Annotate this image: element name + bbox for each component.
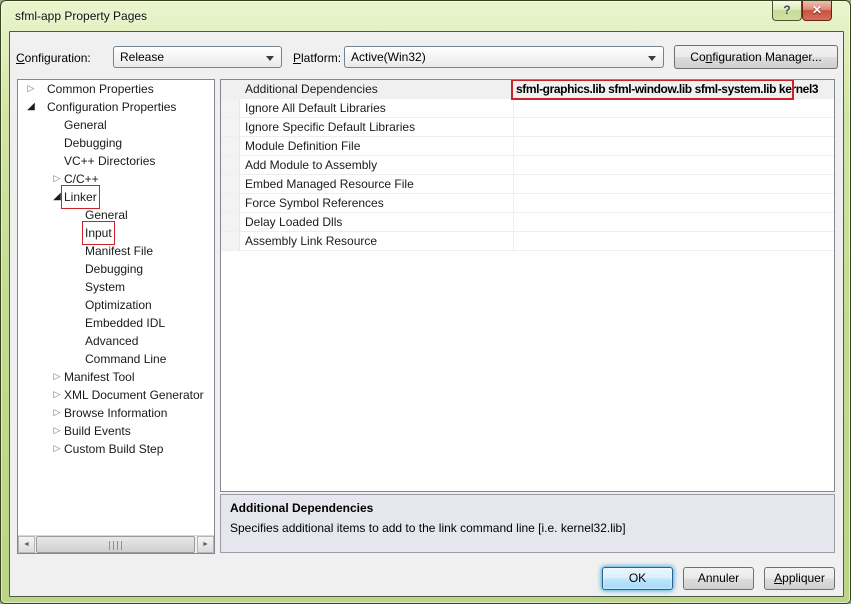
expanded-arrow-icon[interactable]: ◢ [51,188,63,206]
tree-item-debugging-config[interactable]: Debugging [18,134,214,152]
chevron-down-icon [648,56,656,61]
collapsed-arrow-icon[interactable]: ▷ [51,440,63,458]
tree-item-configuration-properties[interactable]: ◢ Configuration Properties [18,98,214,116]
tree-item-manifest-tool[interactable]: ▷ Manifest Tool [18,368,214,386]
collapsed-arrow-icon[interactable]: ▷ [51,422,63,440]
configuration-select[interactable]: Release [113,46,282,68]
grid-row-add-module-to-assembly[interactable]: Add Module to Assembly [221,156,834,175]
tree-horizontal-scrollbar[interactable]: ◄ ► [18,535,214,553]
tree-item-system[interactable]: System [18,278,214,296]
collapsed-arrow-icon[interactable]: ▷ [25,80,37,98]
tree-item-build-events[interactable]: ▷ Build Events [18,422,214,440]
collapsed-arrow-icon[interactable]: ▷ [51,404,63,422]
grid-row-force-symbol-references[interactable]: Force Symbol References [221,194,834,213]
tree-item-optimization[interactable]: Optimization [18,296,214,314]
window-frame: sfml-app Property Pages ? ✕ Configuratio… [0,0,851,604]
window-title: sfml-app Property Pages [15,9,148,23]
ok-button[interactable]: OK [602,567,673,590]
grid-row-embed-managed-resource-file[interactable]: Embed Managed Resource File [221,175,834,194]
tree-item-general-config[interactable]: General [18,116,214,134]
grid-row-assembly-link-resource[interactable]: Assembly Link Resource [221,232,834,251]
grid-row-module-definition-file[interactable]: Module Definition File [221,137,834,156]
grid-row-delay-loaded-dlls[interactable]: Delay Loaded Dlls [221,213,834,232]
tree-item-embedded-idl[interactable]: Embedded IDL [18,314,214,332]
grid-row-ignore-all-default-libraries[interactable]: Ignore All Default Libraries [221,99,834,118]
tree-item-common-properties[interactable]: ▷ Common Properties [18,80,214,98]
configuration-manager-button[interactable]: Configuration Manager... [674,45,838,69]
grid-row-additional-dependencies[interactable]: Additional Dependencies sfml-graphics.li… [221,80,834,99]
tree-item-xml-document-generator[interactable]: ▷ XML Document Generator [18,386,214,404]
dialog-client-area: Configuration: Release Platform: Active(… [9,31,844,597]
tree-item-input[interactable]: Input [18,221,214,245]
tree-item-linker[interactable]: ◢ Linker [18,185,214,209]
scroll-right-icon[interactable]: ► [197,536,214,553]
configuration-label: Configuration: [16,51,91,65]
tree-item-command-line[interactable]: Command Line [18,350,214,368]
scrollbar-thumb[interactable] [36,536,195,553]
close-icon: ✕ [811,3,823,17]
description-title: Additional Dependencies [230,501,374,515]
tree-item-advanced[interactable]: Advanced [18,332,214,350]
collapsed-arrow-icon[interactable]: ▷ [51,386,63,404]
close-button[interactable]: ✕ [802,1,832,21]
tree-item-general-linker[interactable]: General [18,206,214,224]
scrollbar-grip [108,541,123,550]
platform-select[interactable]: Active(Win32) [344,46,664,68]
tree-item-custom-build-step[interactable]: ▷ Custom Build Step [18,440,214,458]
platform-select-value: Active(Win32) [351,50,426,64]
description-panel: Additional Dependencies Specifies additi… [220,494,835,553]
apply-button[interactable]: Appliquer [764,567,835,590]
expanded-arrow-icon[interactable]: ◢ [25,98,37,116]
description-text: Specifies additional items to add to the… [230,521,626,535]
tree-item-debugging-linker[interactable]: Debugging [18,260,214,278]
scroll-left-icon[interactable]: ◄ [18,536,35,553]
titlebar[interactable]: sfml-app Property Pages [1,1,851,31]
configuration-select-value: Release [120,50,165,64]
help-icon: ? [783,3,791,17]
collapsed-arrow-icon[interactable]: ▷ [51,170,63,188]
property-grid: Additional Dependencies sfml-graphics.li… [220,79,835,492]
property-tree: ▷ Common Properties ◢ Configuration Proper… [17,79,215,554]
platform-label: Platform: [293,51,342,65]
tree-item-manifest-file[interactable]: Manifest File [18,242,214,260]
grid-row-ignore-specific-default-libraries[interactable]: Ignore Specific Default Libraries [221,118,834,137]
help-button[interactable]: ? [772,1,802,21]
tree-item-browse-information[interactable]: ▷ Browse Information [18,404,214,422]
linker-annotation-box: Linker [61,185,100,209]
input-annotation-box: Input [82,221,115,245]
collapsed-arrow-icon[interactable]: ▷ [51,368,63,386]
cancel-button[interactable]: Annuler [683,567,754,590]
tree-item-vc-directories[interactable]: VC++ Directories [18,152,214,170]
additional-dependencies-value[interactable]: sfml-graphics.lib sfml-window.lib sfml-s… [516,80,833,98]
tree-item-c-cpp[interactable]: ▷ C/C++ [18,170,214,188]
chevron-down-icon [266,56,274,61]
